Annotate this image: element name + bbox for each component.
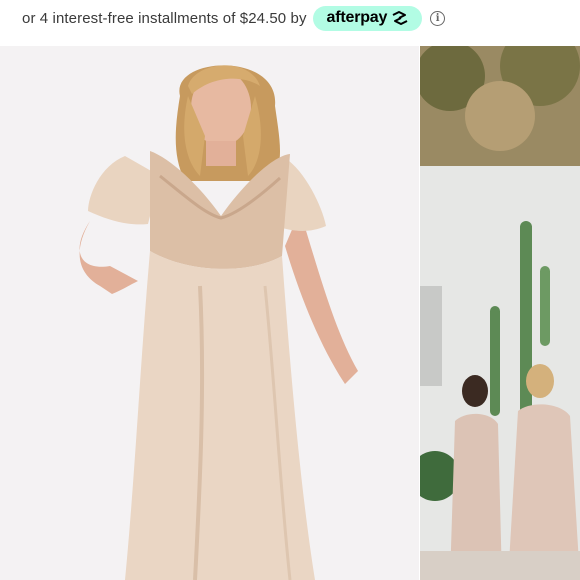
- afterpay-label: afterpay: [326, 9, 388, 26]
- secondary-product-image[interactable]: [420, 46, 580, 580]
- installments-text: or 4 interest-free installments of $24.5…: [22, 9, 307, 27]
- afterpay-installments-bar: or 4 interest-free installments of $24.5…: [0, 0, 580, 36]
- info-icon[interactable]: i: [430, 10, 446, 26]
- main-product-image[interactable]: [0, 46, 419, 580]
- afterpay-badge[interactable]: afterpay: [312, 5, 423, 31]
- afterpay-arrows-icon: [390, 10, 410, 26]
